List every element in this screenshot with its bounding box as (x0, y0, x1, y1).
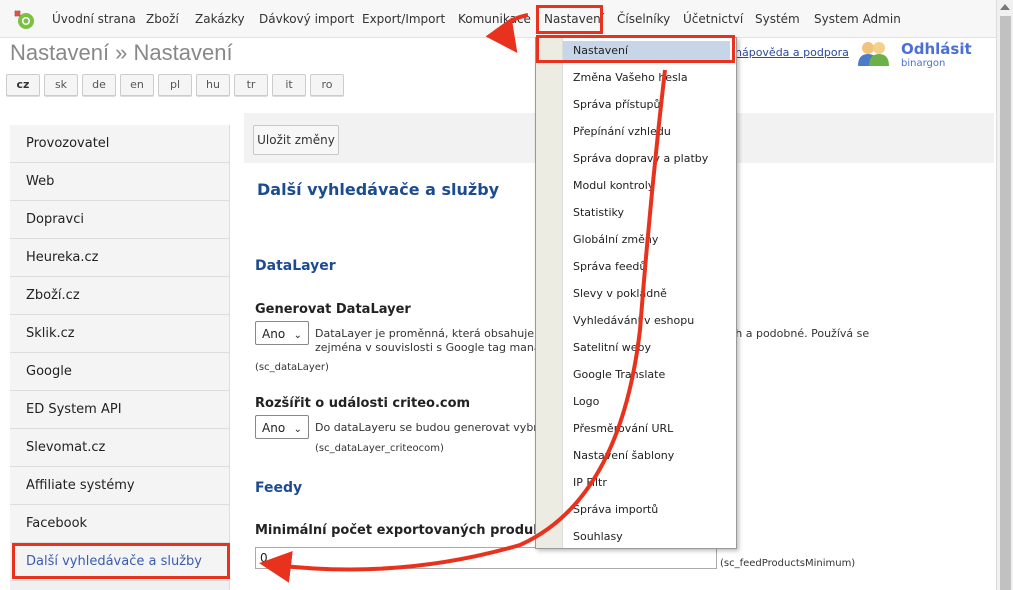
menu-gutter (536, 38, 563, 548)
sidebar-item-label: Provozovatel (26, 136, 110, 151)
sidebar-item-label: Dopravci (26, 212, 84, 227)
menu-item-change-password[interactable]: Změna Vašeho hesla (573, 71, 688, 84)
page-title: Nastavení » Nastavení (10, 40, 233, 65)
criteo-select[interactable]: Ano ⌄ (255, 415, 309, 439)
nav-batch-import[interactable]: Dávkový import (259, 12, 354, 26)
app-logo-icon[interactable] (11, 7, 37, 31)
highlight-nav-settings (536, 5, 603, 34)
username: binargon (901, 58, 946, 69)
nav-codebooks[interactable]: Číselníky (617, 12, 670, 26)
sidebar-item-web[interactable]: Web (10, 163, 229, 201)
sidebar-item-ed-system-api[interactable]: ED System API (10, 391, 229, 429)
menu-item-google-translate[interactable]: Google Translate (573, 368, 665, 381)
sidebar-item-label: Zboží.cz (26, 288, 80, 303)
criteo-code: (sc_dataLayer_criteocom) (315, 443, 444, 454)
sidebar-item-label: Google (26, 364, 72, 379)
menu-item-shipping-payment[interactable]: Správa dopravy a platby (573, 152, 708, 165)
chevron-down-icon: ⌄ (293, 424, 302, 435)
menu-item-ip-filter[interactable]: IP Filtr (573, 476, 607, 489)
section-title: Další vyhledávače a služby (257, 180, 500, 199)
min-products-code: (sc_feedProductsMinimum) (720, 558, 856, 569)
scroll-up-icon[interactable] (1000, 4, 1010, 10)
page-scrollbar[interactable] (996, 0, 1013, 590)
nav-orders[interactable]: Zakázky (195, 12, 245, 26)
top-navigation-bar: Úvodní strana Zboží Zakázky Dávkový impo… (0, 0, 997, 38)
lang-en[interactable]: en (120, 74, 154, 96)
users-icon (858, 42, 889, 66)
lang-hu[interactable]: hu (196, 74, 230, 96)
menu-item-logo[interactable]: Logo (573, 395, 599, 408)
menu-item-satellite-webs[interactable]: Satelitní weby (573, 341, 651, 354)
nav-export-import[interactable]: Export/Import (362, 12, 445, 26)
lang-cz[interactable]: cz (6, 74, 40, 96)
lang-tr[interactable]: tr (234, 74, 268, 96)
menu-item-appearance[interactable]: Přepínání vzhledu (573, 125, 671, 138)
criteo-label: Rozšířit o události criteo.com (255, 396, 471, 411)
sidebar-item-label: Affiliate systémy (26, 478, 135, 493)
sidebar-item-sklik[interactable]: Sklik.cz (10, 315, 229, 353)
sidebar-item-slevomat[interactable]: Slevomat.cz (10, 429, 229, 467)
nav-communication[interactable]: Komunikace (458, 12, 531, 26)
sidebar-item-label: ED System API (26, 402, 122, 417)
menu-item-global-changes[interactable]: Globální změny (573, 233, 658, 246)
sidebar-item-label: Facebook (26, 516, 88, 531)
select-value: Ano (262, 327, 286, 341)
menu-item-cart-discounts[interactable]: Slevy v pokladně (573, 287, 667, 300)
chevron-down-icon: ⌄ (293, 330, 302, 341)
menu-item-access[interactable]: Správa přístupů (573, 98, 661, 111)
feeds-heading: Feedy (255, 480, 303, 496)
nav-home[interactable]: Úvodní strana (52, 12, 136, 26)
nav-system-admin[interactable]: System Admin (814, 12, 901, 26)
lang-it[interactable]: it (272, 74, 306, 96)
menu-item-imports[interactable]: Správa importů (573, 503, 658, 516)
nav-accounting[interactable]: Účetnictví (683, 12, 743, 26)
sidebar-item-label: Web (26, 174, 55, 189)
menu-item-template-settings[interactable]: Nastavení šablony (573, 449, 674, 462)
lang-sk[interactable]: sk (44, 74, 78, 96)
save-button[interactable]: Uložit změny (253, 125, 339, 155)
lang-de[interactable]: de (82, 74, 116, 96)
scrollbar-thumb[interactable] (1000, 16, 1011, 590)
menu-item-consents[interactable]: Souhlasy (573, 530, 623, 543)
sidebar-item-operator[interactable]: Provozovatel (10, 125, 229, 163)
menu-item-control-module[interactable]: Modul kontroly (573, 179, 654, 192)
menu-item-url-redirect[interactable]: Přesměrování URL (573, 422, 673, 435)
input-value: 0 (260, 551, 268, 565)
nav-system[interactable]: Systém (755, 12, 800, 26)
sidebar-item-label: Heureka.cz (26, 250, 99, 265)
sidebar-item-label: Slevomat.cz (26, 440, 106, 455)
menu-item-feeds[interactable]: Správa feedů (573, 260, 646, 273)
settings-dropdown-menu: Nastavení Změna Vašeho hesla Správa přís… (535, 37, 737, 549)
settings-sidebar: Provozovatel Web Dopravci Heureka.cz Zbo… (10, 125, 230, 590)
select-value: Ano (262, 421, 286, 435)
sidebar-item-label: Sklik.cz (26, 326, 75, 341)
sidebar-item-affiliate[interactable]: Affiliate systémy (10, 467, 229, 505)
sidebar-item-carriers[interactable]: Dopravci (10, 201, 229, 239)
help-link[interactable]: nápověda a podpora (735, 46, 849, 59)
datalayer-heading: DataLayer (255, 258, 336, 274)
logout-link[interactable]: Odhlásit (901, 40, 972, 58)
sidebar-item-heureka[interactable]: Heureka.cz (10, 239, 229, 277)
min-products-input[interactable]: 0 (255, 547, 717, 569)
sidebar-item-google[interactable]: Google (10, 353, 229, 391)
highlight-menu-settings (536, 35, 735, 63)
lang-ro[interactable]: ro (310, 74, 344, 96)
lang-pl[interactable]: pl (158, 74, 192, 96)
menu-item-statistics[interactable]: Statistiky (573, 206, 624, 219)
generate-datalayer-label: Generovat DataLayer (255, 302, 411, 317)
menu-item-shop-search[interactable]: Vyhledávání v eshopu (573, 314, 694, 327)
sidebar-item-zbozi[interactable]: Zboží.cz (10, 277, 229, 315)
generate-datalayer-code: (sc_dataLayer) (255, 362, 329, 373)
generate-datalayer-select[interactable]: Ano ⌄ (255, 321, 309, 345)
sidebar-item-facebook[interactable]: Facebook (10, 505, 229, 543)
nav-products[interactable]: Zboží (146, 12, 179, 26)
highlight-sidebar-other-services (12, 543, 230, 579)
